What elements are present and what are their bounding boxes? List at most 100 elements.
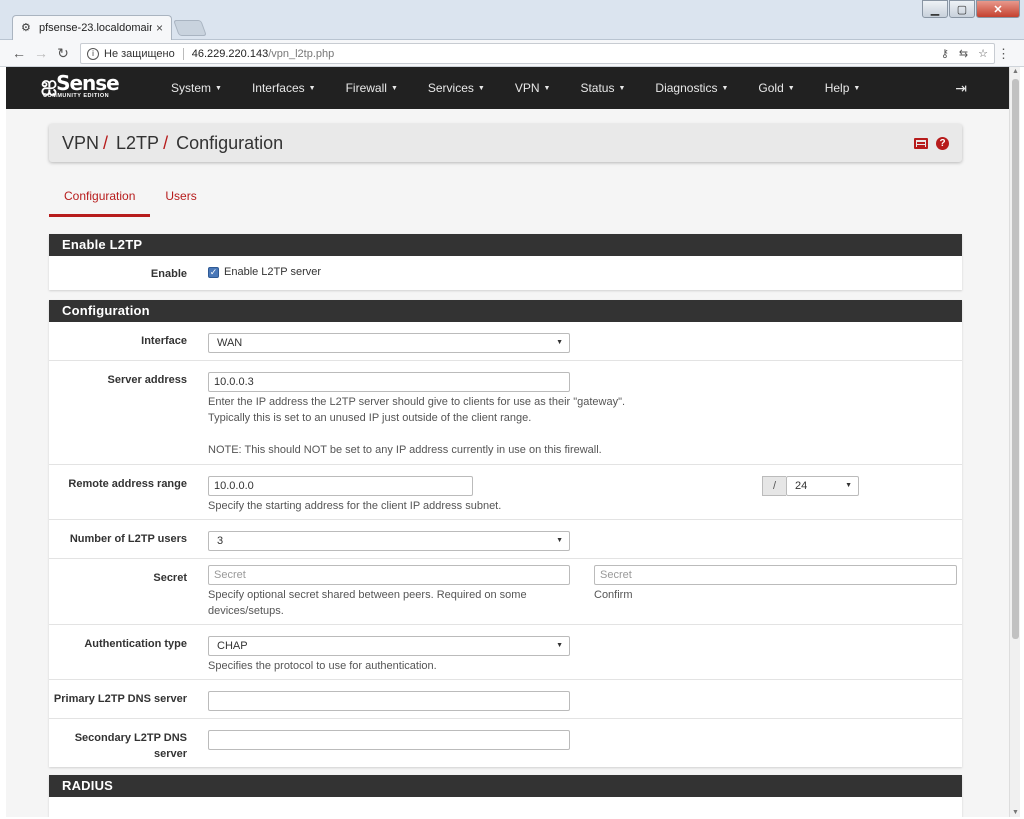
select-arrow-icon: ▼ [845, 482, 852, 489]
breadcrumb-separator: / [163, 132, 169, 153]
subnet-mask-value: 24 [795, 480, 808, 492]
nav-vpn[interactable]: VPN ▼ [500, 67, 566, 109]
nav-system[interactable]: System ▼ [156, 67, 237, 109]
secret-confirm-input[interactable]: Secret [594, 565, 957, 585]
interface-select[interactable]: WAN ▼ [208, 333, 570, 353]
secondary-dns-row: Secondary L2TP DNS server [49, 719, 962, 767]
close-window-button[interactable]: ✕ [976, 0, 1020, 18]
num-users-row: Number of L2TP users 3 ▼ [49, 520, 962, 559]
auth-type-select[interactable]: CHAP ▼ [208, 636, 570, 656]
nav-gold[interactable]: Gold ▼ [743, 67, 809, 109]
pfsense-favicon-icon: ⚙ [21, 22, 31, 34]
scrollbar-thumb[interactable] [1012, 79, 1019, 639]
nav-label: Help [824, 81, 850, 95]
logo-text: Sense [56, 71, 120, 95]
nav-label: Diagnostics [655, 81, 718, 95]
caret-down-icon: ▼ [543, 84, 551, 92]
status-log-icon[interactable] [914, 137, 928, 149]
interface-label: Interface [141, 335, 187, 347]
page-title: Configuration [176, 132, 284, 153]
bookmark-star-icon[interactable]: ☆ [978, 47, 988, 60]
enable-label: Enable [150, 268, 187, 280]
auth-type-row: Authentication type CHAP ▼ Specifies the … [49, 625, 962, 680]
enable-row: Enable ✓ Enable L2TP server [49, 256, 962, 290]
caret-down-icon: ▼ [215, 84, 222, 92]
nav-label: Interfaces [251, 81, 305, 95]
enable-checkbox-label: Enable L2TP server [224, 266, 322, 278]
breadcrumb: VPN / L2TP / Configuration ? [49, 124, 962, 162]
tab-configuration[interactable]: Configuration [49, 180, 151, 217]
logo-mark-icon: ஐ [41, 71, 57, 95]
interface-row: Interface WAN ▼ [49, 322, 962, 361]
logout-icon[interactable]: ⇥ [955, 80, 967, 97]
subnet-slash-addon: / [762, 476, 786, 496]
secondary-dns-label: Secondary L2TP DNS server [74, 732, 187, 760]
server-address-input[interactable]: 10.0.0.3 [208, 372, 570, 392]
browser-menu-icon[interactable]: ⋮ [997, 46, 1010, 62]
scroll-up-icon[interactable]: ▲ [1010, 68, 1021, 75]
select-arrow-icon: ▼ [556, 642, 563, 649]
caret-down-icon: ▼ [853, 84, 861, 92]
primary-dns-input[interactable] [208, 691, 570, 711]
enable-checkbox[interactable]: ✓ [208, 266, 219, 278]
radius-panel: RADIUS [49, 775, 962, 817]
browser-titlebar: ⚙ pfsense-23.localdomain × ▁ ▢ ✕ [0, 0, 1024, 40]
enable-checkbox-wrap[interactable]: ✓ Enable L2TP server [208, 266, 321, 278]
num-users-label: Number of L2TP users [69, 533, 187, 545]
remote-range-help: Specify the starting address for the cli… [208, 500, 502, 512]
page-scrollbar[interactable]: ▲ ▼ [1009, 67, 1020, 817]
server-address-help: Enter the IP address the L2TP server sho… [208, 394, 808, 458]
help-line: Enter the IP address the L2TP server sho… [208, 396, 626, 408]
tab-close-icon[interactable]: × [156, 21, 163, 35]
maximize-button[interactable]: ▢ [949, 0, 975, 18]
translate-icon[interactable]: ⇆ [959, 47, 968, 60]
caret-down-icon: ▼ [308, 84, 316, 92]
key-icon[interactable]: ⚷ [941, 47, 949, 60]
minimize-button[interactable]: ▁ [922, 0, 948, 18]
nav-menu: System ▼ Interfaces ▼ Firewall ▼ Services ▼ … [156, 67, 875, 109]
new-tab-button[interactable] [173, 20, 207, 36]
subnet-mask-select[interactable]: 24 ▼ [786, 476, 859, 496]
nav-label: VPN [514, 81, 540, 95]
nav-interfaces[interactable]: Interfaces ▼ [237, 67, 331, 109]
top-navbar: ஐSense COMMUNITY EDITION System ▼ Interfa… [6, 67, 1009, 109]
pfsense-logo[interactable]: ஐSense COMMUNITY EDITION [41, 71, 120, 99]
tab-users[interactable]: Users [150, 180, 211, 217]
auth-type-value: CHAP [217, 640, 248, 652]
secondary-dns-input[interactable] [208, 730, 570, 750]
site-info-icon[interactable]: i [87, 47, 99, 60]
back-icon[interactable]: ← [8, 45, 30, 61]
remote-range-row: Remote address range 10.0.0.0 / 24 ▼ Spec… [49, 465, 962, 520]
reload-icon[interactable]: ↻ [52, 45, 74, 62]
nav-services[interactable]: Services ▼ [413, 67, 500, 109]
auth-type-help: Specifies the protocol to use for authen… [208, 660, 437, 672]
select-arrow-icon: ▼ [556, 339, 563, 346]
server-address-row: Server address 10.0.0.3 Enter the IP add… [49, 361, 962, 465]
caret-down-icon: ▼ [390, 84, 398, 92]
help-icon[interactable]: ? [936, 136, 949, 150]
configuration-panel: Configuration Interface WAN ▼ Server addr… [49, 300, 962, 767]
browser-tab[interactable]: ⚙ pfsense-23.localdomain × [12, 15, 172, 40]
nav-firewall[interactable]: Firewall ▼ [331, 67, 413, 109]
num-users-value: 3 [217, 535, 224, 547]
nav-status[interactable]: Status ▼ [565, 67, 640, 109]
breadcrumb-l2tp[interactable]: L2TP [116, 133, 159, 154]
page-viewport: ஐSense COMMUNITY EDITION System ▼ Interfa… [6, 67, 1009, 817]
num-users-select[interactable]: 3 ▼ [208, 531, 570, 551]
forward-icon[interactable]: → [30, 45, 52, 61]
url-input[interactable]: i Не защищено 46.229.220.143/vpn_l2tp.ph… [80, 43, 995, 64]
logo-subtitle: COMMUNITY EDITION [43, 93, 110, 99]
server-address-label: Server address [107, 374, 188, 386]
select-arrow-icon: ▼ [556, 537, 563, 544]
panel-heading: Enable L2TP [49, 234, 962, 256]
secret-input[interactable]: Secret [208, 565, 570, 585]
breadcrumb-vpn[interactable]: VPN [62, 133, 99, 154]
insecure-label: Не защищено [104, 47, 184, 60]
breadcrumb-separator: / [103, 132, 109, 153]
window-controls: ▁ ▢ ✕ [921, 0, 1020, 18]
nav-diagnostics[interactable]: Diagnostics ▼ [640, 67, 743, 109]
caret-down-icon: ▼ [721, 84, 729, 92]
remote-range-input[interactable]: 10.0.0.0 [208, 476, 473, 496]
scroll-down-icon[interactable]: ▼ [1010, 809, 1021, 816]
nav-help[interactable]: Help ▼ [810, 67, 876, 109]
